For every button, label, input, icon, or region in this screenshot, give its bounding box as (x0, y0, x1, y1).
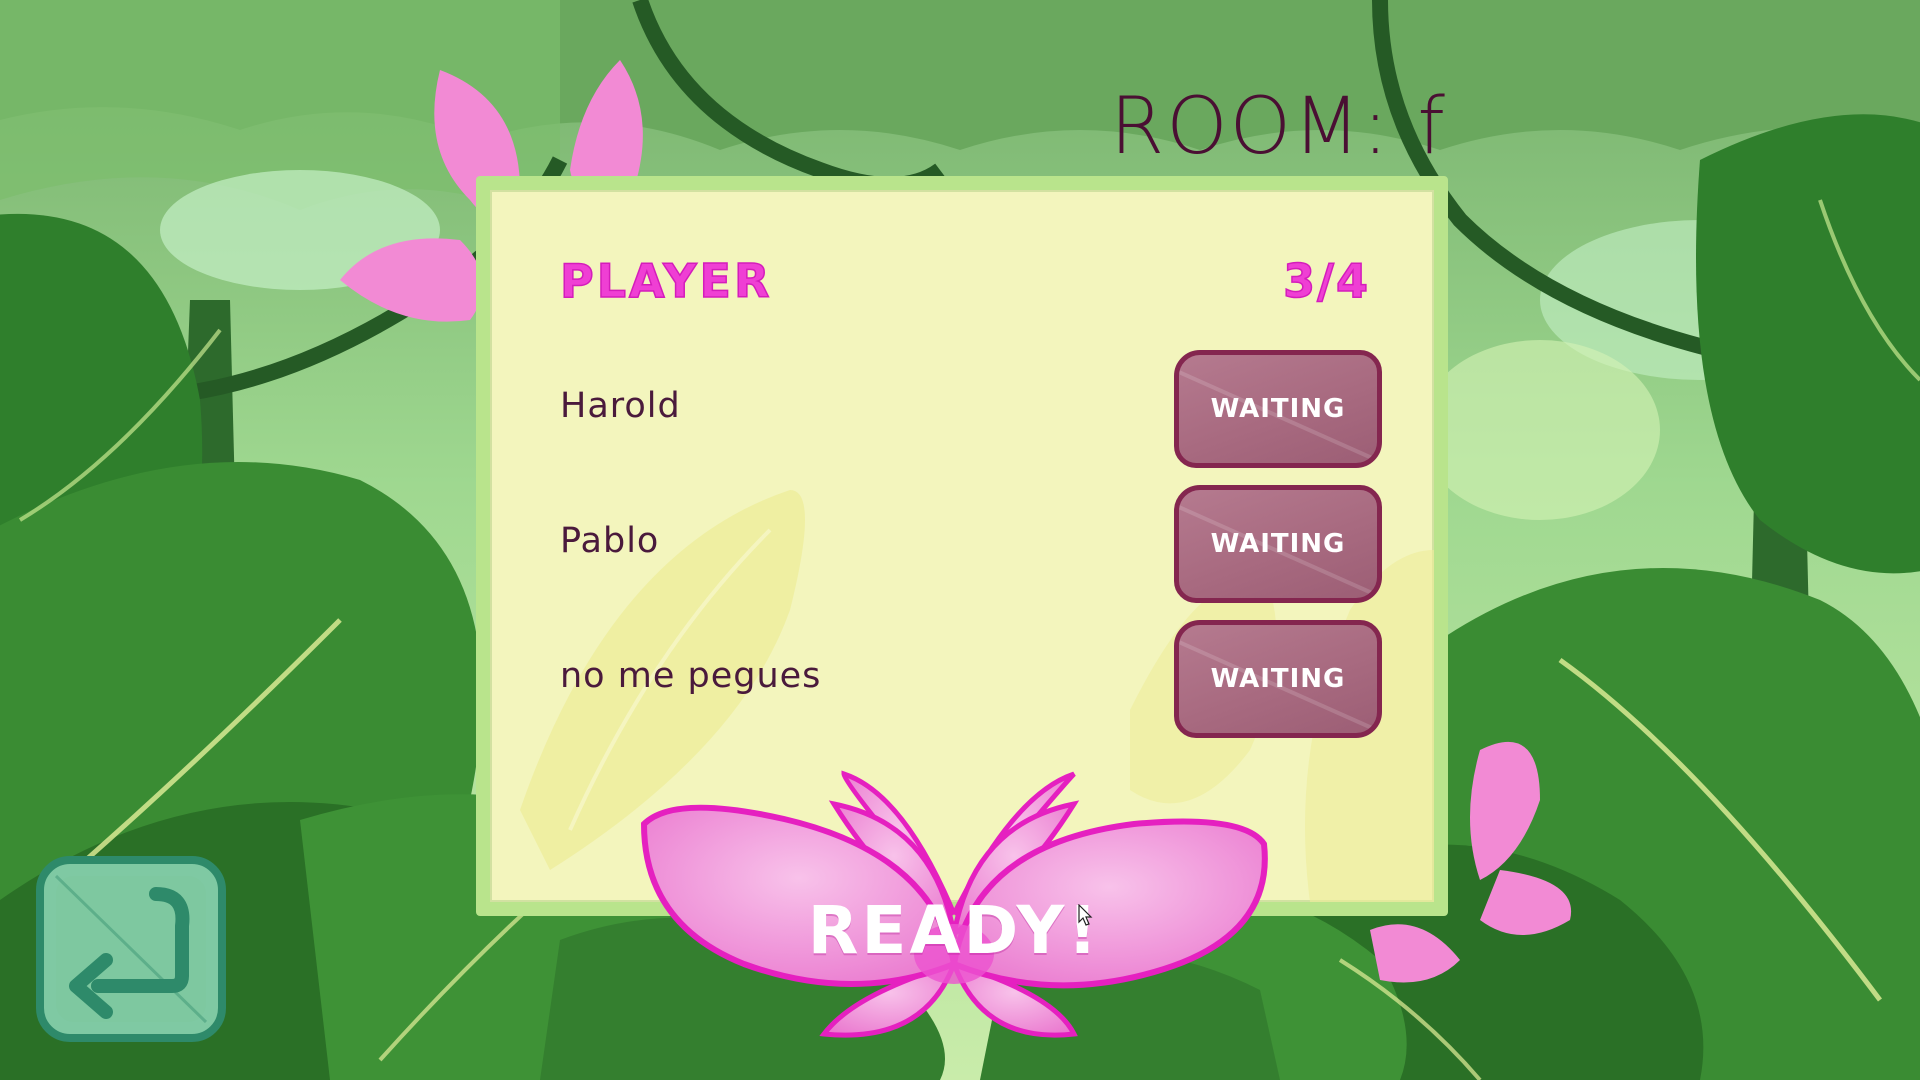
player-name: Pablo (560, 521, 660, 561)
status-label: WAITING (1210, 529, 1346, 559)
return-arrow-icon (36, 856, 226, 1042)
room-label: ROOM: f (1110, 82, 1447, 172)
status-label: WAITING (1210, 664, 1346, 694)
mouse-cursor-icon (1078, 904, 1093, 926)
player-count: 3/4 (1282, 253, 1370, 309)
status-badge: WAITING (1174, 350, 1382, 468)
status-badge: WAITING (1174, 620, 1382, 738)
player-name: no me pegues (560, 656, 822, 696)
status-label: WAITING (1210, 394, 1346, 424)
player-row: no me pegues WAITING (560, 620, 1382, 738)
ready-label: READY! (807, 892, 1101, 969)
ready-button[interactable]: READY! (634, 764, 1274, 1054)
player-row: Harold WAITING (560, 350, 1382, 468)
player-name: Harold (560, 386, 681, 426)
status-badge: WAITING (1174, 485, 1382, 603)
lobby-header: PLAYER 3/4 (559, 253, 1370, 314)
player-row: Pablo WAITING (560, 485, 1382, 603)
game-scene: ROOM: f PLAYER 3/4 Harold WAITING Pablo … (0, 0, 1920, 1080)
back-button[interactable] (36, 856, 226, 1042)
player-column-header: PLAYER (559, 253, 773, 309)
